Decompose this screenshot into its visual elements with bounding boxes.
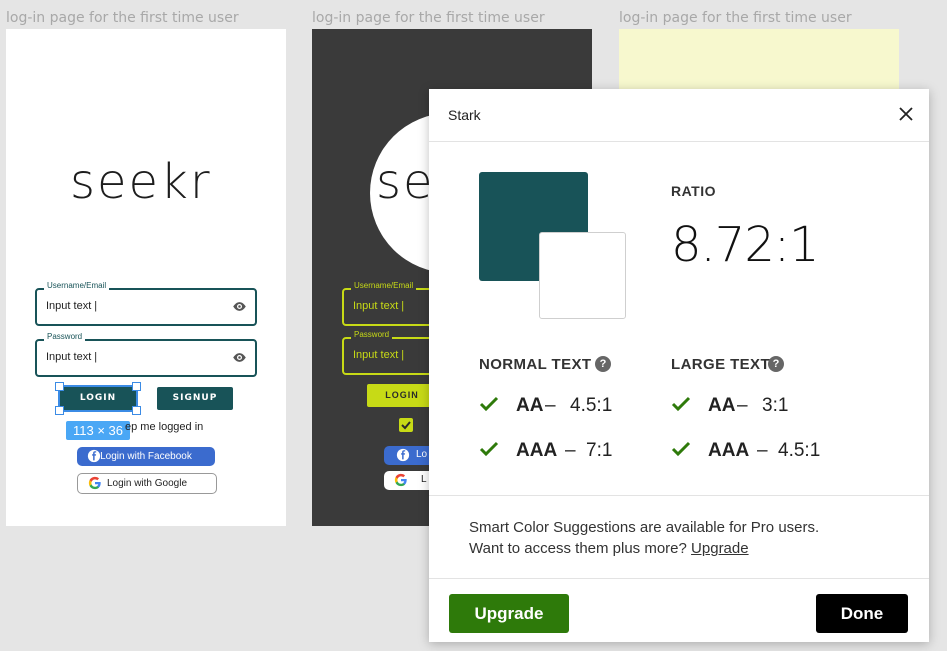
selection-size-badge: 113 × 36 [66, 421, 130, 440]
large-text-title: LARGE TEXT [671, 356, 771, 373]
check-icon [671, 396, 691, 412]
wcag-level: AA [708, 395, 736, 416]
stark-contrast-dialog: Stark RATIO 8.72:1 NORMAL TEXT ? AA – 4.… [429, 89, 929, 642]
wcag-threshold: 4.5:1 [778, 440, 821, 461]
eye-icon[interactable] [232, 350, 247, 365]
login-frame-light[interactable]: seekr Username/Email Input text | Passwo… [6, 29, 286, 526]
pro-access-question: Want to access them plus more? [469, 540, 687, 557]
password-label: Password [44, 332, 86, 341]
background-color-swatch[interactable] [539, 232, 626, 319]
google-login-button[interactable]: Login with Google [77, 473, 217, 494]
pro-access-text: Want to access them plus more? Upgrade [469, 540, 749, 557]
wcag-threshold: 7:1 [586, 440, 613, 461]
login-frame-yellow[interactable] [619, 29, 899, 91]
username-input[interactable]: Input text | [46, 300, 97, 312]
keep-logged-in-checkbox[interactable] [399, 418, 413, 432]
password-label: Password [351, 330, 393, 339]
selection-handle[interactable] [55, 406, 64, 415]
keep-logged-in-label: ep me logged in [125, 421, 204, 433]
check-icon [401, 421, 411, 430]
username-label: Username/Email [351, 281, 417, 290]
close-icon[interactable] [893, 101, 919, 127]
login-button[interactable]: LOGIN [367, 384, 437, 407]
frame-label: log-in page for the first time user [6, 10, 239, 26]
selection-handle[interactable] [132, 382, 141, 391]
seekr-logo: seekr [70, 154, 212, 210]
seekr-logo: se [376, 154, 435, 210]
password-field[interactable]: Password Input text | [35, 332, 257, 377]
wcag-threshold: 3:1 [762, 395, 789, 416]
eye-icon[interactable] [232, 299, 247, 314]
check-icon [479, 396, 499, 412]
facebook-login-label: Login with Facebook [100, 451, 192, 462]
username-input[interactable]: Input text | [353, 300, 404, 312]
normal-text-title: NORMAL TEXT [479, 356, 592, 373]
selection-handle[interactable] [132, 406, 141, 415]
wcag-level: AAA [708, 440, 750, 461]
login-button[interactable]: LOGIN [58, 385, 138, 412]
frame-label: log-in page for the first time user [619, 10, 852, 26]
facebook-login-button[interactable]: Login with Facebook [77, 447, 215, 466]
upgrade-link[interactable]: Upgrade [691, 540, 749, 557]
dialog-title: Stark [448, 107, 481, 123]
username-field[interactable]: Username/Email Input text | [35, 281, 257, 326]
signup-button[interactable]: SIGNUP [157, 387, 233, 410]
help-icon[interactable]: ? [768, 356, 784, 372]
done-button[interactable]: Done [816, 594, 908, 633]
divider [429, 578, 929, 579]
wcag-level: AAA [516, 440, 558, 461]
wcag-threshold: 4.5:1 [570, 395, 613, 416]
google-icon [394, 473, 407, 487]
divider [429, 495, 929, 496]
facebook-icon [396, 448, 410, 462]
google-login-label: Login with Google [106, 478, 188, 489]
dialog-header: Stark [429, 89, 929, 142]
contrast-ratio-value: 8.72:1 [671, 217, 820, 273]
google-icon [88, 476, 101, 490]
check-icon [671, 441, 691, 457]
upgrade-button[interactable]: Upgrade [449, 594, 569, 633]
facebook-login-label: Lo [416, 449, 428, 460]
frame-label: log-in page for the first time user [312, 10, 545, 26]
help-icon[interactable]: ? [595, 356, 611, 372]
ratio-label: RATIO [671, 183, 717, 199]
check-icon [479, 441, 499, 457]
username-label: Username/Email [44, 281, 110, 290]
pro-suggestion-text: Smart Color Suggestions are available fo… [469, 519, 820, 536]
password-input[interactable]: Input text | [353, 349, 404, 361]
facebook-icon [87, 449, 101, 463]
selection-handle[interactable] [55, 382, 64, 391]
wcag-level: AA [516, 395, 544, 416]
google-login-label: L [421, 474, 427, 485]
password-input[interactable]: Input text | [46, 351, 97, 363]
